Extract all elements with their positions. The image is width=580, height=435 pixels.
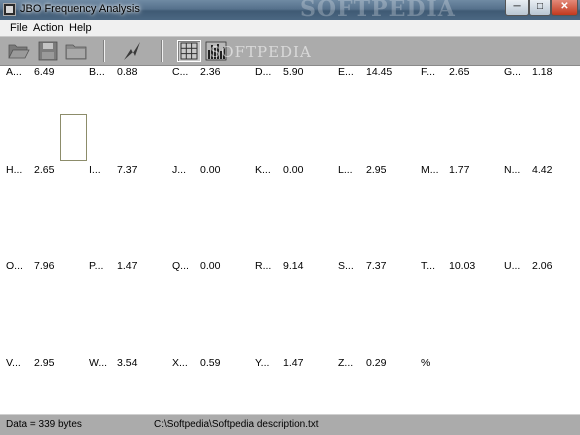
lightning-icon [124, 42, 140, 60]
letter-label: G... [504, 66, 521, 78]
letter-label: A... [6, 66, 22, 78]
letter-label: O... [6, 260, 23, 272]
letter-label: % [421, 357, 431, 369]
menu-action[interactable]: Action [33, 22, 64, 34]
frequency-value: 7.37 [117, 164, 138, 176]
status-data-size: Data = 339 bytes [6, 419, 82, 430]
close-icon: ✕ [560, 1, 569, 12]
toolbar-separator [103, 40, 105, 62]
frequency-value: 0.00 [200, 260, 221, 272]
letter-label: F... [421, 66, 436, 78]
letter-label: X... [172, 357, 188, 369]
letter-label: E... [338, 66, 354, 78]
window-title: JBO Frequency Analysis [20, 3, 140, 15]
frequency-value: 14.45 [366, 66, 393, 78]
folder-icon [65, 44, 87, 60]
letter-label: C... [172, 66, 189, 78]
letter-label: Q... [172, 260, 189, 272]
letter-label: D... [255, 66, 272, 78]
frequency-value: 2.95 [366, 164, 387, 176]
frequency-value: 2.65 [449, 66, 470, 78]
frequency-value: 10.03 [449, 260, 476, 272]
frequency-value: 0.88 [117, 66, 138, 78]
maximize-button[interactable]: □ [529, 0, 551, 16]
frequency-value: 1.18 [532, 66, 553, 78]
frequency-value: 4.42 [532, 164, 553, 176]
frequency-value: 0.00 [200, 164, 221, 176]
analyze-button[interactable] [120, 40, 144, 62]
status-bar: Data = 339 bytes C:\Softpedia\Softpedia … [0, 414, 580, 435]
open-folder-button[interactable] [7, 40, 31, 62]
open-folder-icon [8, 44, 30, 59]
frequency-value: 7.96 [34, 260, 55, 272]
frequency-value: 2.65 [34, 164, 55, 176]
frequency-value: 0.00 [283, 164, 304, 176]
frequency-value: 3.54 [117, 357, 138, 369]
letter-label: Z... [338, 357, 354, 369]
selection-box [60, 114, 87, 161]
maximize-icon: □ [536, 1, 544, 12]
title-bar: JBO Frequency Analysis SOFTPEDIA ─ □ ✕ [0, 0, 580, 22]
frequency-value: 7.37 [366, 260, 387, 272]
minimize-button[interactable]: ─ [505, 0, 529, 16]
frequency-value: 5.90 [283, 66, 304, 78]
frequency-value: 1.77 [449, 164, 470, 176]
letter-label: B... [89, 66, 105, 78]
letter-label: L... [338, 164, 353, 176]
letter-label: M... [421, 164, 439, 176]
letter-label: P... [89, 260, 104, 272]
letter-label: U... [504, 260, 521, 272]
letter-label: S... [338, 260, 354, 272]
frequency-value: 0.29 [366, 357, 387, 369]
letter-label: W... [89, 357, 108, 369]
letter-label: R... [255, 260, 272, 272]
title-watermark: SOFTPEDIA [300, 0, 456, 22]
letter-label: Y... [255, 357, 270, 369]
folder-button[interactable] [64, 40, 88, 62]
frequency-value: 2.06 [532, 260, 553, 272]
frequency-value: 1.47 [117, 260, 138, 272]
frequency-value: 1.47 [283, 357, 304, 369]
frequency-grid: A... 6.49 B... 0.88 C... 2.36 D... 5.90 E... 14.4… [0, 66, 580, 414]
status-file-path: C:\Softpedia\Softpedia description.txt [154, 419, 319, 430]
grid-view-icon [180, 42, 198, 60]
frequency-value: 2.95 [34, 357, 55, 369]
save-disk-icon [38, 41, 58, 61]
letter-label: V... [6, 357, 21, 369]
minimize-icon: ─ [513, 1, 521, 12]
menu-bar: File Action Help [0, 20, 580, 36]
frequency-value: 0.59 [200, 357, 221, 369]
app-icon [3, 3, 16, 16]
toolbar-separator [161, 40, 163, 62]
save-button[interactable] [36, 40, 60, 62]
menu-file[interactable]: File [10, 22, 28, 34]
grid-view-button[interactable] [177, 40, 201, 62]
toolbar-watermark: SOFTPEDIA [210, 43, 312, 61]
letter-label: K... [255, 164, 271, 176]
close-button[interactable]: ✕ [551, 0, 578, 16]
letter-label: T... [421, 260, 436, 272]
frequency-value: 9.14 [283, 260, 304, 272]
letter-label: N... [504, 164, 521, 176]
letter-label: J... [172, 164, 187, 176]
frequency-value: 2.36 [200, 66, 221, 78]
menu-help[interactable]: Help [69, 22, 92, 34]
frequency-value: 6.49 [34, 66, 55, 78]
letter-label: I... [89, 164, 101, 176]
letter-label: H... [6, 164, 23, 176]
